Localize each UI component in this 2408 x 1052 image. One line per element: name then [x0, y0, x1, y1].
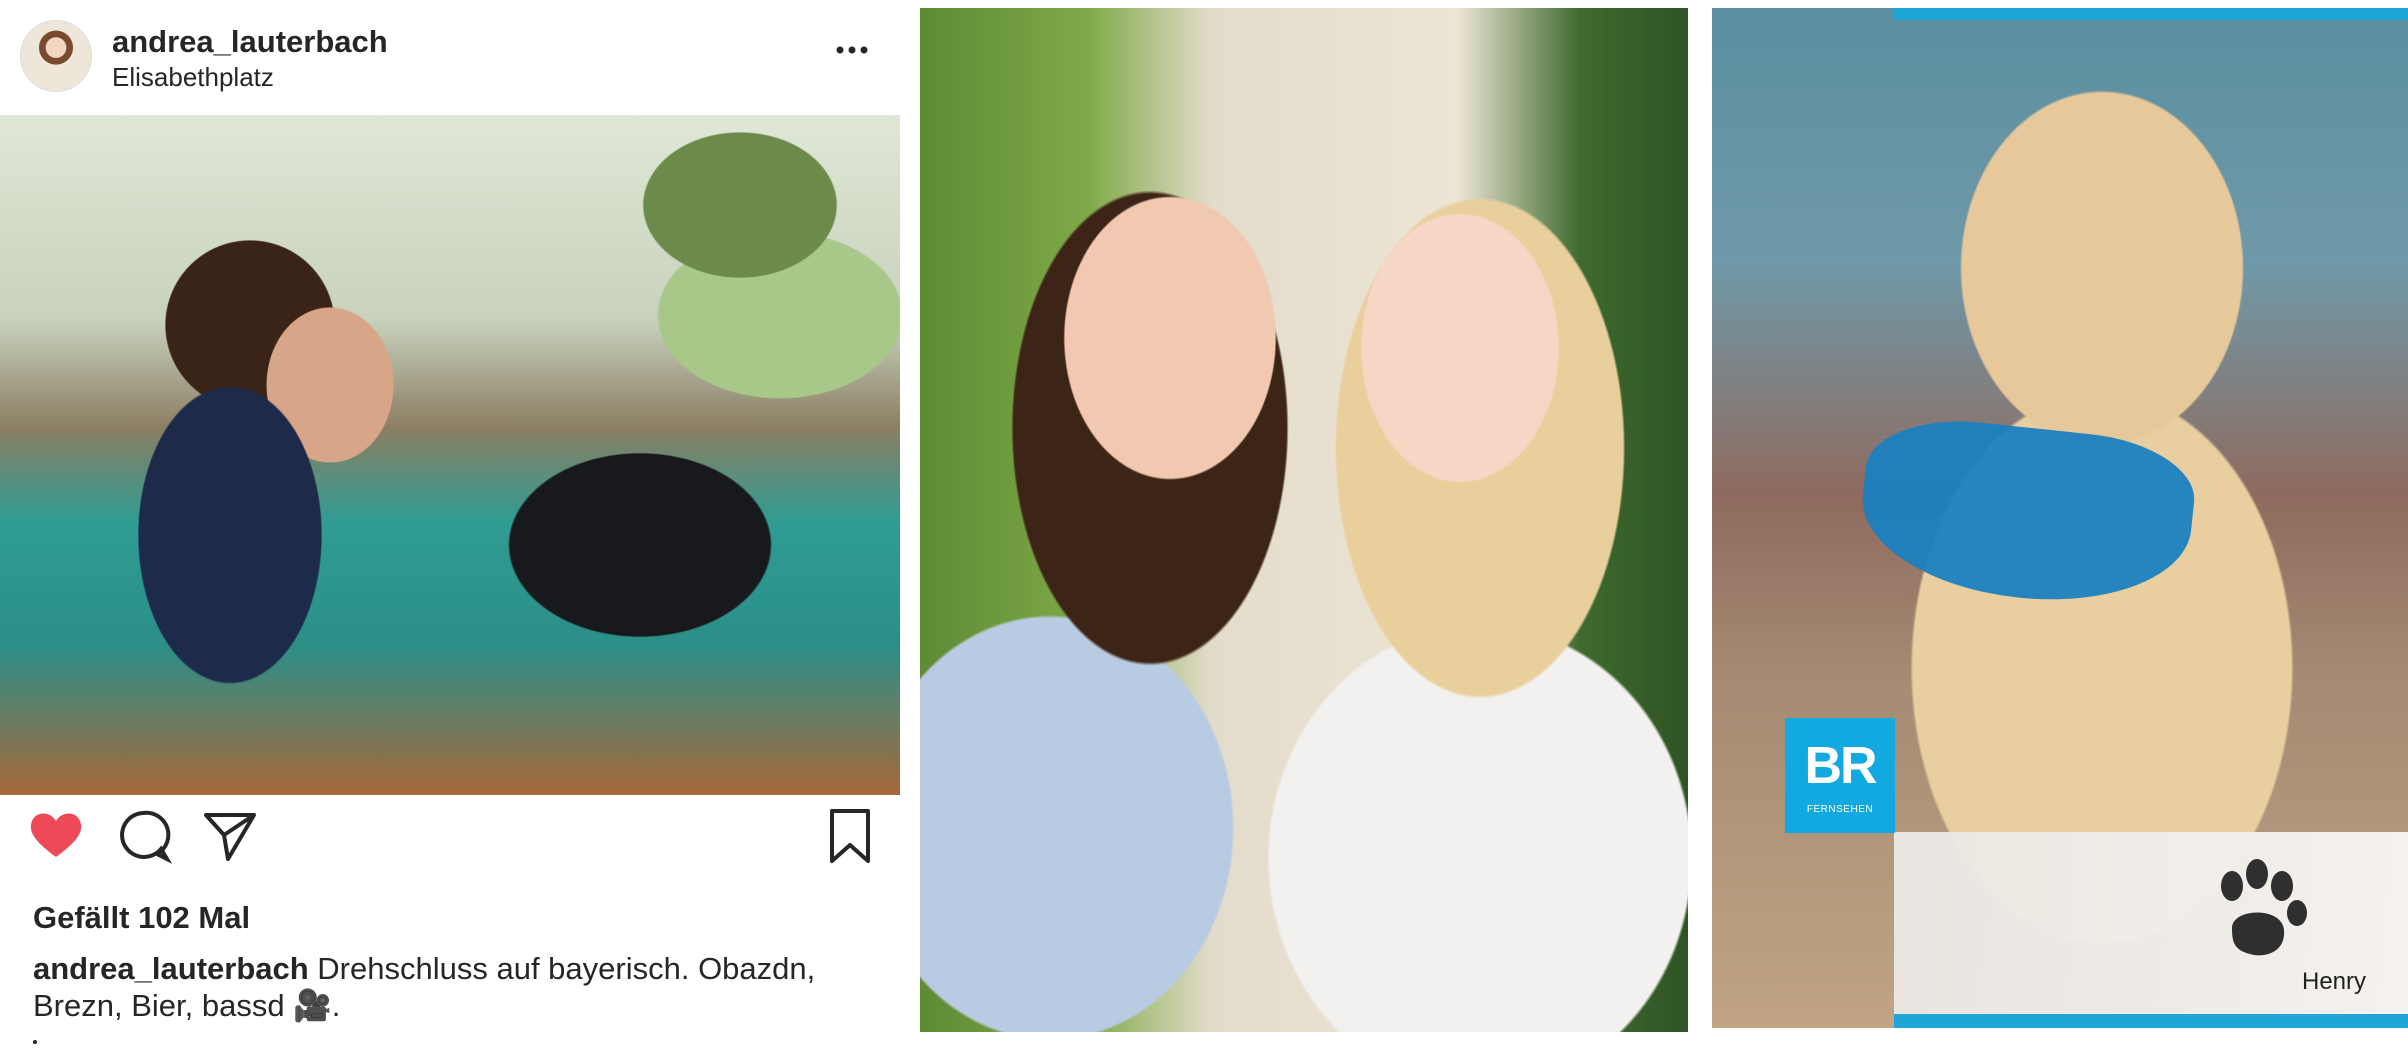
post-header: andrea_lauterbach Elisabethplatz: [0, 0, 900, 115]
br-logo-letters: BR: [1804, 737, 1877, 795]
selfie-photo: [920, 8, 1688, 1032]
brand-bottom-bar: [1894, 1014, 2408, 1028]
post-photo[interactable]: [0, 115, 900, 795]
br-dog-card: BR FERNSEHEN Henry: [1712, 8, 2408, 1028]
dog-name-label: Henry: [2302, 968, 2367, 995]
post-location[interactable]: Elisabethplatz: [112, 62, 274, 93]
instagram-post: andrea_lauterbach Elisabethplatz Gefällt…: [0, 0, 900, 1052]
bookmark-icon[interactable]: [820, 805, 880, 875]
likes-count[interactable]: Gefällt 102 Mal: [33, 900, 250, 936]
post-caption: andrea_lauterbach Drehschluss auf bayeri…: [33, 950, 873, 1024]
brand-top-bar: [1894, 8, 2408, 20]
avatar[interactable]: [20, 20, 92, 92]
br-logo: BR FERNSEHEN: [1785, 718, 1895, 833]
post-username[interactable]: andrea_lauterbach: [112, 24, 388, 60]
br-logo-subtitle: FERNSEHEN: [1806, 804, 1874, 815]
share-icon[interactable]: [200, 805, 260, 875]
paw-print-icon: [2202, 858, 2312, 968]
caption-more-indicator: [33, 1040, 37, 1044]
comment-icon[interactable]: [113, 805, 173, 875]
caption-username[interactable]: andrea_lauterbach: [33, 951, 309, 986]
more-options-icon[interactable]: [830, 30, 874, 70]
like-heart-icon[interactable]: [26, 805, 86, 875]
dog-bandana: [1854, 411, 2200, 615]
post-actions: [0, 805, 900, 885]
